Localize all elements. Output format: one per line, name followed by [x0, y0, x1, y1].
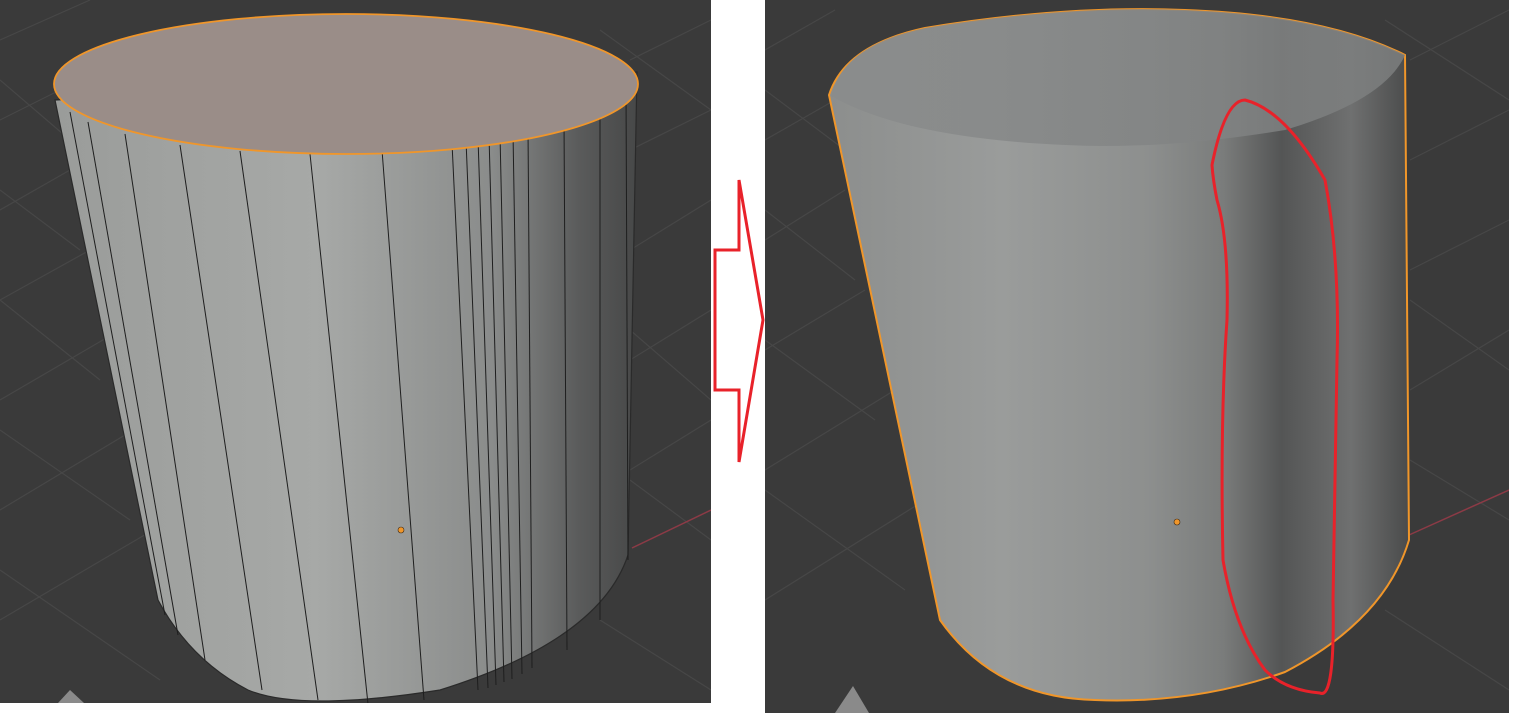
selected-top-face[interactable]	[53, 13, 639, 155]
origin-dot	[397, 526, 405, 534]
origin-dot	[1173, 518, 1181, 526]
viewport-before[interactable]	[0, 0, 711, 703]
transition-arrow	[711, 170, 767, 470]
viewport-after[interactable]	[765, 0, 1509, 713]
arrow-outline	[713, 179, 765, 463]
